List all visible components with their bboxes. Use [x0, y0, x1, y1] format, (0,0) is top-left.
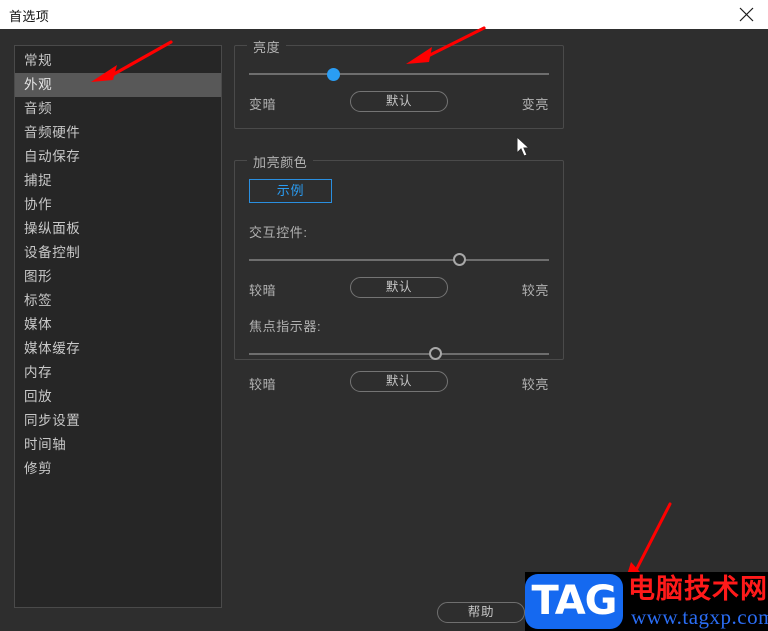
sidebar-item-timeline[interactable]: 时间轴	[15, 433, 221, 457]
dialog-body: 常规 外观 音频 音频硬件 自动保存 捕捉 协作 操纵面板 设备控制 图形 标签…	[0, 29, 768, 631]
sidebar-item-appearance[interactable]: 外观	[15, 73, 221, 97]
watermark-site-name: 电脑技术网	[628, 574, 768, 604]
category-sidebar[interactable]: 常规 外观 音频 音频硬件 自动保存 捕捉 协作 操纵面板 设备控制 图形 标签…	[14, 45, 222, 608]
brightness-brighter-label: 变亮	[521, 97, 549, 112]
brightness-slider[interactable]	[249, 66, 549, 82]
sidebar-item-media-cache[interactable]: 媒体缓存	[15, 337, 221, 361]
appearance-settings-pane: 亮度 变暗 默认 变亮 加亮颜色 示例 交互控件: 较暗 默认 较亮 焦点指示器…	[234, 37, 564, 392]
brightness-group: 亮度 变暗 默认 变亮	[234, 37, 564, 129]
focus-default-button[interactable]: 默认	[350, 371, 448, 392]
brightness-slider-track	[249, 73, 549, 75]
focus-indicator-label-row: 较暗 默认 较亮	[249, 371, 549, 393]
sidebar-item-general[interactable]: 常规	[15, 49, 221, 73]
focus-darker-label: 较暗	[249, 377, 277, 392]
interactive-darker-label: 较暗	[249, 283, 277, 298]
sidebar-item-labels[interactable]: 标签	[15, 289, 221, 313]
brightness-slider-thumb[interactable]	[326, 68, 340, 81]
highlight-color-group: 加亮颜色 示例 交互控件: 较暗 默认 较亮 焦点指示器: 较暗 默认 较亮	[234, 152, 564, 392]
sidebar-item-capture[interactable]: 捕捉	[15, 169, 221, 193]
highlight-color-group-legend: 加亮颜色	[247, 152, 314, 171]
interactive-default-button[interactable]: 默认	[350, 277, 448, 298]
sidebar-item-playback[interactable]: 回放	[15, 385, 221, 409]
sidebar-item-graphics[interactable]: 图形	[15, 265, 221, 289]
interactive-controls-slider-track	[249, 259, 549, 261]
sidebar-item-auto-save[interactable]: 自动保存	[15, 145, 221, 169]
brightness-default-button[interactable]: 默认	[350, 91, 448, 112]
help-button[interactable]: 帮助	[437, 602, 525, 623]
focus-indicator-slider[interactable]	[249, 346, 549, 362]
focus-brighter-label: 较亮	[521, 377, 549, 392]
brightness-darker-label: 变暗	[249, 97, 277, 112]
watermark: TAG 电脑技术网 www.tagxp.com	[525, 572, 768, 631]
interactive-controls-label: 交互控件:	[249, 225, 308, 240]
focus-indicator-slider-track	[249, 353, 549, 355]
brightness-group-legend: 亮度	[247, 37, 287, 56]
watermark-tag-logo: TAG	[525, 574, 623, 629]
close-icon	[739, 7, 753, 22]
title-bar: 首选项	[0, 0, 768, 30]
sample-color-button[interactable]: 示例	[249, 179, 332, 203]
interactive-brighter-label: 较亮	[521, 283, 549, 298]
sidebar-item-trim[interactable]: 修剪	[15, 457, 221, 481]
window-title: 首选项	[9, 9, 50, 24]
sidebar-item-control-surface[interactable]: 操纵面板	[15, 217, 221, 241]
sidebar-item-media[interactable]: 媒体	[15, 313, 221, 337]
preferences-dialog: 首选项 常规 外观 音频 音频硬件 自动保存 捕捉 协作 操纵面板 设备控制 图…	[0, 0, 768, 631]
sidebar-item-device-control[interactable]: 设备控制	[15, 241, 221, 265]
watermark-url: www.tagxp.com	[631, 605, 768, 629]
interactive-controls-slider-thumb[interactable]	[452, 253, 466, 266]
focus-indicator-label: 焦点指示器:	[249, 319, 322, 334]
brightness-label-row: 变暗 默认 变亮	[249, 91, 549, 113]
sidebar-item-audio-hardware[interactable]: 音频硬件	[15, 121, 221, 145]
interactive-controls-label-row: 较暗 默认 较亮	[249, 277, 549, 299]
sidebar-item-sync-settings[interactable]: 同步设置	[15, 409, 221, 433]
sidebar-item-memory[interactable]: 内存	[15, 361, 221, 385]
close-button[interactable]	[724, 0, 768, 29]
focus-indicator-slider-thumb[interactable]	[428, 347, 442, 360]
sidebar-item-audio[interactable]: 音频	[15, 97, 221, 121]
interactive-controls-slider[interactable]	[249, 252, 549, 268]
sidebar-item-collaboration[interactable]: 协作	[15, 193, 221, 217]
